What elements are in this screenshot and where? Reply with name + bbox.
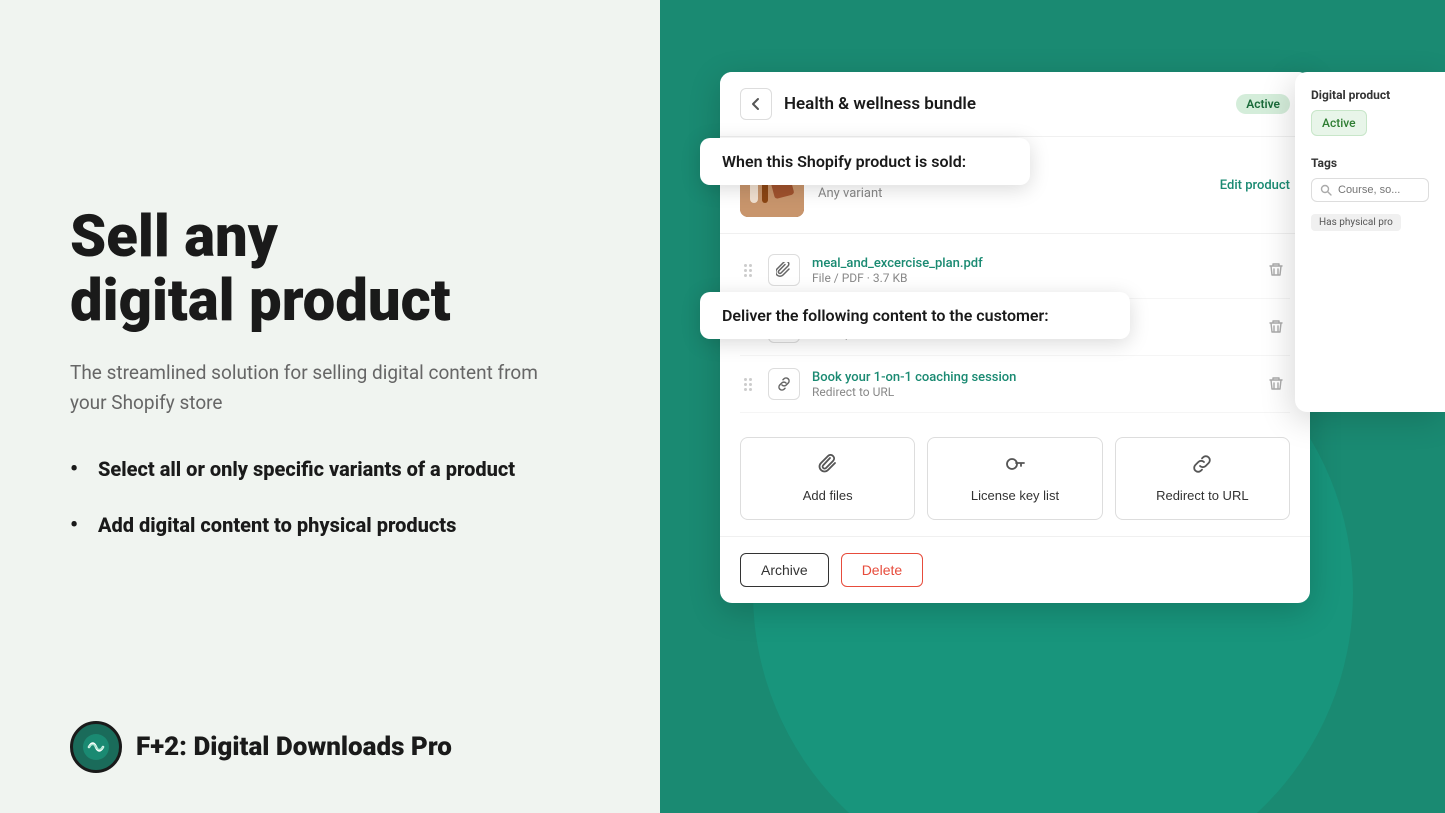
delete-item-2[interactable] <box>1262 313 1290 341</box>
tags-search-container <box>1311 178 1429 202</box>
redirect-url-label: Redirect to URL <box>1156 488 1248 503</box>
trash-icon-2 <box>1268 319 1284 335</box>
content-meta-3: Redirect to URL <box>812 385 1250 399</box>
add-files-button[interactable]: Add files <box>740 437 915 520</box>
redirect-url-button[interactable]: Redirect to URL <box>1115 437 1290 520</box>
sub-text: The streamlined solution for selling dig… <box>70 358 550 419</box>
bullet-item-1: Select all or only specific variants of … <box>70 455 600 483</box>
left-panel: Sell any digital product The streamlined… <box>0 0 660 813</box>
card-footer: Archive Delete <box>720 536 1310 603</box>
license-key-label: License key list <box>971 488 1059 503</box>
when-sold-bubble: When this Shopify product is sold: <box>700 138 1030 185</box>
content-info-1: meal_and_excercise_plan.pdf File / PDF ·… <box>812 256 1250 285</box>
logo-text: F+2: Digital Downloads Pro <box>136 732 452 762</box>
logo-svg <box>81 732 111 762</box>
redirect-url-icon <box>1192 454 1212 480</box>
content-name-1: meal_and_excercise_plan.pdf <box>812 256 1250 271</box>
link-icon-3 <box>776 376 792 392</box>
add-files-label: Add files <box>803 488 853 503</box>
license-key-button[interactable]: License key list <box>927 437 1102 520</box>
archive-button[interactable]: Archive <box>740 553 829 587</box>
card-title: Health & wellness bundle <box>784 94 1224 114</box>
active-badge: Active <box>1236 94 1290 114</box>
key-icon <box>1005 454 1025 474</box>
license-key-icon <box>1005 454 1025 480</box>
add-files-icon <box>818 454 838 480</box>
drag-handle-1[interactable] <box>740 260 756 281</box>
sidebar-active-value: Active <box>1311 110 1367 136</box>
right-sidebar: Digital product Active Tags Has physical… <box>1295 72 1445 412</box>
bullet-list: Select all or only specific variants of … <box>70 455 600 567</box>
deliver-bubble: Deliver the following content to the cus… <box>700 292 1130 339</box>
card-header: Health & wellness bundle Active <box>720 72 1310 137</box>
search-icon <box>1320 184 1332 196</box>
product-variant: Any variant <box>818 186 1206 201</box>
main-heading: Sell any digital product <box>70 206 600 334</box>
logo-area: F+2: Digital Downloads Pro <box>70 721 452 773</box>
back-button[interactable] <box>740 88 772 120</box>
paperclip-add-icon <box>818 454 838 474</box>
content-item-3: Book your 1-on-1 coaching session Redire… <box>740 356 1290 413</box>
add-buttons-row: Add files License key list <box>720 421 1310 536</box>
deliver-text: Deliver the following content to the cus… <box>722 306 1049 325</box>
back-arrow-icon <box>749 97 763 111</box>
file-link-icon-3 <box>768 368 800 400</box>
right-panel: Health & wellness bundle Active <box>660 0 1445 813</box>
logo-icon <box>70 721 122 773</box>
content-info-3: Book your 1-on-1 coaching session Redire… <box>812 370 1250 399</box>
delete-item-3[interactable] <box>1262 370 1290 398</box>
drag-handle-3[interactable] <box>740 374 756 395</box>
when-sold-text: When this Shopify product is sold: <box>722 152 966 171</box>
file-link-icon-1 <box>768 254 800 286</box>
edit-product-link[interactable]: Edit product <box>1220 178 1290 193</box>
delete-button[interactable]: Delete <box>841 553 923 587</box>
content-item-1: meal_and_excercise_plan.pdf File / PDF ·… <box>740 242 1290 299</box>
has-physical-tag: Has physical pro <box>1311 214 1401 231</box>
bullet-item-2: Add digital content to physical products <box>70 511 600 539</box>
digital-product-label: Digital product <box>1311 88 1429 102</box>
tags-search-input[interactable] <box>1338 184 1418 196</box>
content-name-3: Book your 1-on-1 coaching session <box>812 370 1250 385</box>
trash-icon-1 <box>1268 262 1284 278</box>
paperclip-icon-1 <box>776 262 792 278</box>
tags-label: Tags <box>1311 156 1429 170</box>
content-meta-1: File / PDF · 3.7 KB <box>812 271 1250 285</box>
delete-item-1[interactable] <box>1262 256 1290 284</box>
link-add-icon <box>1192 454 1212 474</box>
trash-icon-3 <box>1268 376 1284 392</box>
